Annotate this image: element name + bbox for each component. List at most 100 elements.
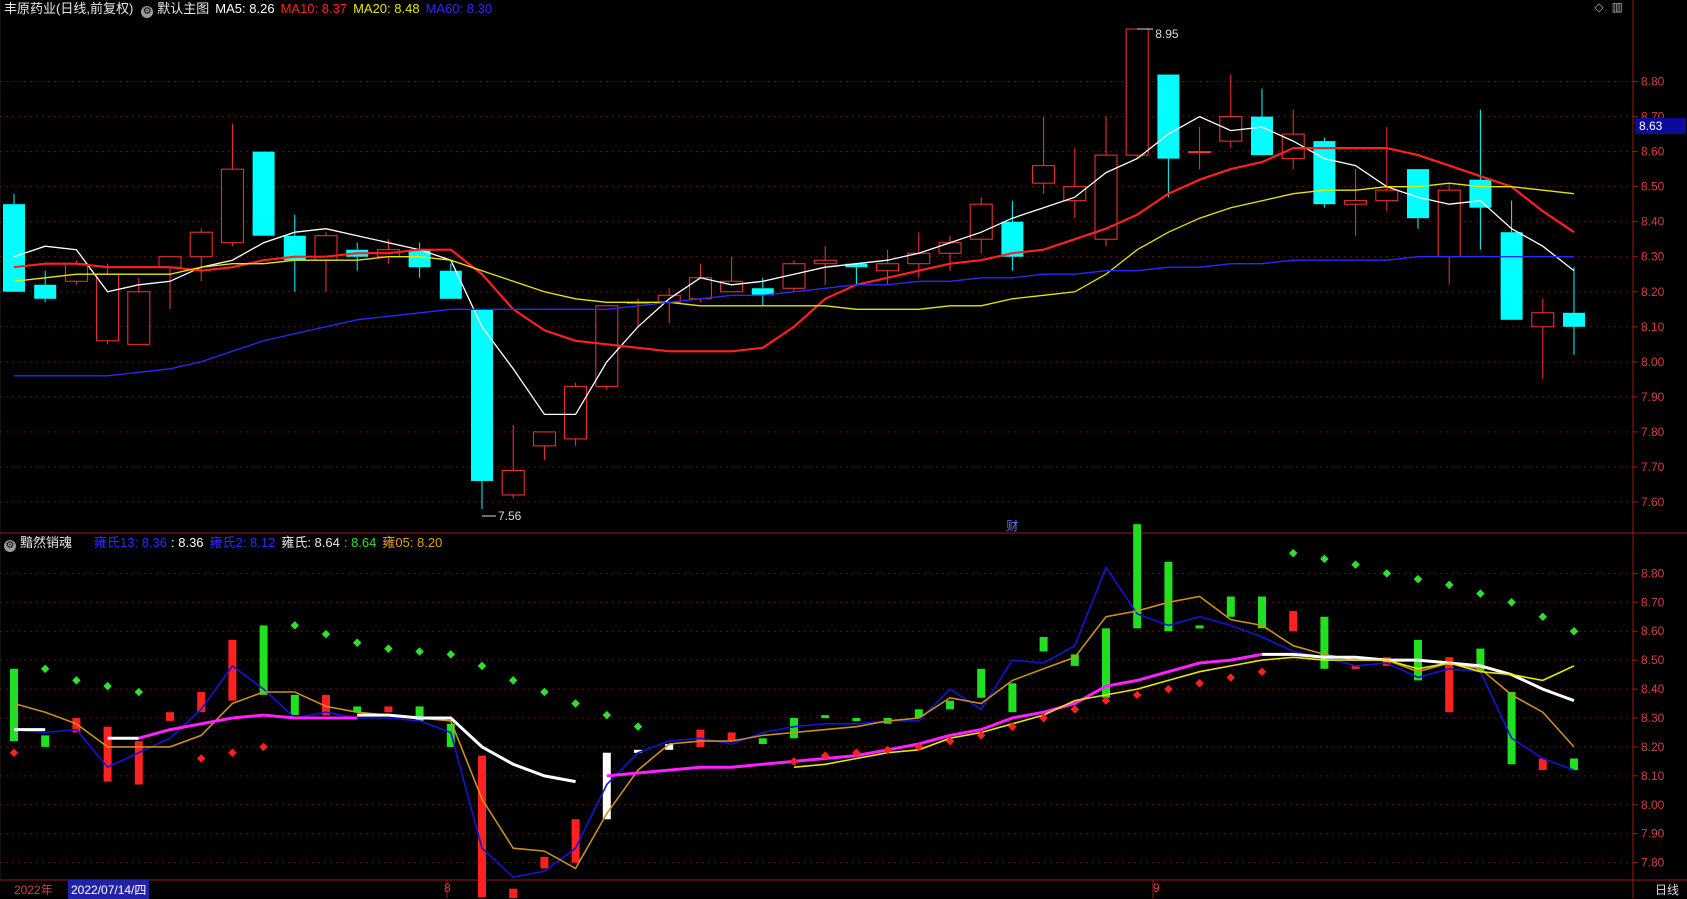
indicator-bar xyxy=(1164,561,1173,632)
indicator-dot-red xyxy=(1039,713,1048,723)
indicator-dot-red xyxy=(1195,679,1204,688)
settings-circle-icon[interactable]: ⚙ xyxy=(141,6,154,18)
indicator-bar xyxy=(1320,616,1329,669)
yong05-label: 雍05: 8.20 xyxy=(382,535,443,550)
candle-body xyxy=(1344,200,1368,205)
price-axis-tick-label: 7.60 xyxy=(1641,495,1665,509)
year-label: 2022年 xyxy=(14,883,53,897)
indicator-axis-tick-label: 7.90 xyxy=(1641,827,1665,841)
candle-up xyxy=(96,263,120,345)
yong-value: : 8.64 xyxy=(343,535,377,550)
chart-name[interactable]: 默认主图 xyxy=(157,1,209,16)
yong-label: 雍氏: 8.64 xyxy=(281,535,340,550)
candle-body xyxy=(1469,179,1492,208)
indicator-dot-green xyxy=(1569,626,1579,636)
candle-body xyxy=(564,385,588,440)
candle-body xyxy=(1188,151,1212,154)
candle-down xyxy=(845,263,868,285)
price-axis-tick-label: 8.00 xyxy=(1641,355,1665,369)
diamond-icon[interactable]: ◇ xyxy=(1594,0,1603,14)
candle-body xyxy=(1563,312,1585,327)
candle-body xyxy=(96,273,120,342)
stock-title[interactable]: 丰原药业(日线,前复权) xyxy=(4,1,133,16)
indicator-dot-green xyxy=(1320,554,1329,564)
settings-circle-icon[interactable]: ⚙ xyxy=(4,540,16,552)
indicator-dot-green xyxy=(415,647,424,656)
price-axis-tick-label: 8.40 xyxy=(1641,215,1665,229)
indicator-dot-green xyxy=(1382,569,1392,578)
indicator-dot-green xyxy=(321,629,331,639)
candle-body xyxy=(439,270,462,299)
indicator-dot-red xyxy=(1257,667,1267,676)
indicator-line-雍氏 xyxy=(13,595,1575,870)
indicator-axis-tick-label: 8.80 xyxy=(1641,566,1665,580)
indicator-bar xyxy=(790,718,798,739)
indicator-bar xyxy=(41,735,50,747)
candle-body xyxy=(688,277,712,300)
indicator-bar xyxy=(1445,657,1454,713)
cursor-date[interactable]: 2022/07/14/四 xyxy=(68,880,150,899)
indicator-dot-green xyxy=(1476,589,1485,598)
indicator-dot-green xyxy=(633,722,643,731)
indicator-dot-green xyxy=(134,687,144,697)
candle-body xyxy=(252,151,275,236)
chart-canvas[interactable]: 8.80 8.70 8.60 8.50 8.40 8.30 8.20 8.10 8.00 7.90… xyxy=(0,0,1687,898)
month-label-aug: 8 xyxy=(444,881,451,895)
time-axis-bar: 2022年 2022/07/14/四 8 9 日线 xyxy=(0,880,1687,899)
price-axis-tick-label: 8.60 xyxy=(1641,145,1665,159)
candle-down xyxy=(34,270,57,303)
indicator-dot-red xyxy=(9,748,19,757)
candle-body xyxy=(1125,28,1149,156)
candle-down xyxy=(1563,267,1585,355)
ma-line-ma10 xyxy=(13,147,1575,353)
indicator-axis-tick-label: 8.60 xyxy=(1641,624,1665,638)
candle-body xyxy=(1251,116,1273,156)
candle-up xyxy=(720,256,744,293)
window-controls: ◇ ▥ xyxy=(1586,0,1623,14)
sub-chart-header: ⚙ 黯然销魂 雍氏13: 8.36: 8.36 雍氏2: 8.12 雍氏: 8.64: … xyxy=(4,534,448,552)
indicator-dot-green xyxy=(1507,598,1516,607)
indicator-dot-red xyxy=(1132,690,1142,700)
indicator-dot-red xyxy=(228,748,237,757)
candle-body xyxy=(471,309,493,481)
indicator-dot-green xyxy=(446,650,456,659)
yong13-label: 雍氏13: 8.36 xyxy=(94,535,168,550)
indicator-bar xyxy=(540,856,549,869)
panel-toggle-icon[interactable]: ▥ xyxy=(1612,0,1623,14)
candle-body xyxy=(64,263,88,282)
price-axis-tick-label: 8.30 xyxy=(1641,250,1665,264)
price-axis-tick-label: 7.80 xyxy=(1641,425,1665,439)
candle-body xyxy=(938,242,962,254)
price-axis-tick-label: 7.90 xyxy=(1641,390,1665,404)
candle-up xyxy=(1531,298,1555,380)
indicator-bar xyxy=(1258,596,1266,629)
current-price-tag: 8.63 xyxy=(1635,118,1686,134)
period-label[interactable]: 日线 xyxy=(1655,881,1679,898)
price-axis-tick-label: 7.70 xyxy=(1641,460,1665,474)
indicator-bar xyxy=(852,718,861,721)
candle-body xyxy=(876,263,900,272)
candle-up xyxy=(1032,116,1056,194)
candle-body xyxy=(1032,165,1056,184)
indicator-axis-tick-label: 8.20 xyxy=(1641,740,1665,754)
candle-up xyxy=(595,305,619,390)
ma60-label: MA60: 8.30 xyxy=(425,1,493,16)
indicator-dot-red xyxy=(1070,705,1080,714)
candle-up xyxy=(969,197,993,254)
yong2-label: 雍氏2: 8.12 xyxy=(209,535,276,550)
candle-up xyxy=(1094,116,1118,247)
candle-body xyxy=(1313,141,1336,205)
candle-up xyxy=(1437,183,1461,285)
candle-body xyxy=(1094,154,1118,240)
ma20-label: MA20: 8.48 xyxy=(353,1,420,16)
indicator-bar xyxy=(166,712,174,721)
financial-report-marker: 财 xyxy=(1006,519,1018,533)
indicator-dot-red xyxy=(196,754,206,763)
candle-up xyxy=(1125,28,1149,159)
indicator-bar xyxy=(946,700,954,710)
candle-up xyxy=(1063,148,1087,219)
indicator-name[interactable]: 黯然销魂 xyxy=(20,535,72,550)
candle-down xyxy=(283,214,306,292)
indicator-dot-green xyxy=(508,676,518,685)
indicator-dot-green xyxy=(571,699,580,708)
